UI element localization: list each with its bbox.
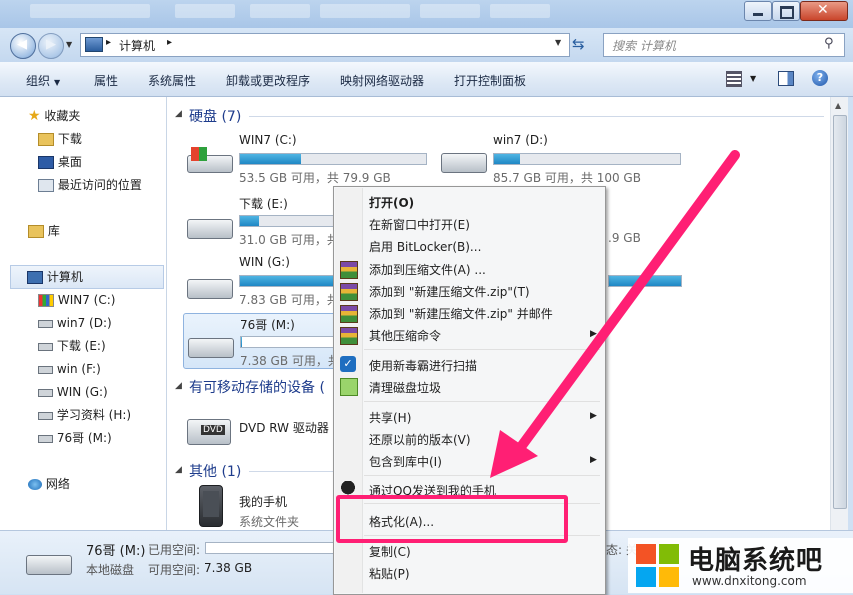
annotation-arrow	[490, 150, 740, 478]
windows-logo-icon	[636, 544, 680, 588]
watermark-title: 电脑系统吧	[688, 546, 824, 576]
arrow-shaft	[510, 150, 740, 460]
watermark: 电脑系统吧 www.dnxitong.com	[628, 538, 853, 593]
watermark-url: www.dnxitong.com	[692, 574, 807, 588]
